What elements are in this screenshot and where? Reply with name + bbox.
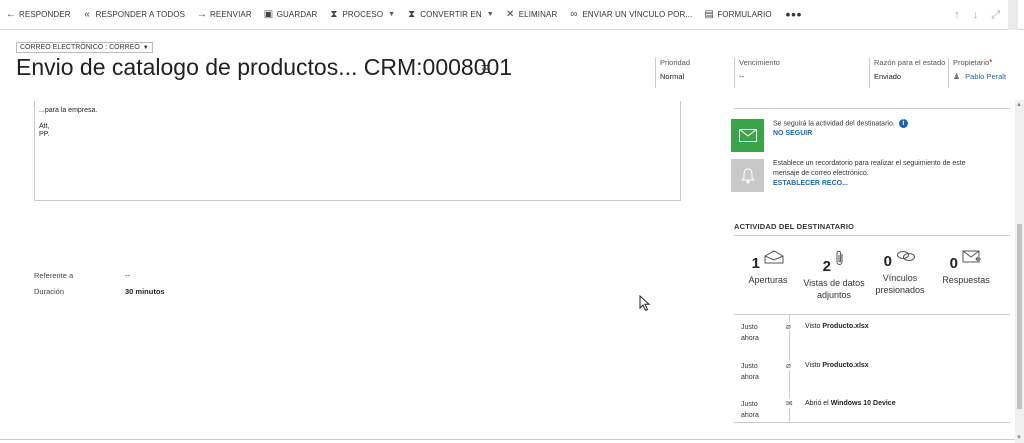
link-icon: ∞ xyxy=(570,9,578,20)
form-button[interactable]: ▤ FORMULARIO xyxy=(698,0,777,30)
reply-envelope-icon xyxy=(962,250,982,263)
owner-field[interactable]: Propietario* ♟ Pablo Peralt xyxy=(948,58,1006,88)
chevron-down-icon: ▼ xyxy=(388,11,396,18)
command-bar: ← RESPONDER «RESPONDER A TODOS → REENVIAR … xyxy=(0,0,1024,30)
form-selector[interactable]: CORREO ELECTRÓNICO : CORREO ▼ xyxy=(16,42,153,53)
save-icon: ▣ xyxy=(263,9,274,20)
process-icon: ⧗ xyxy=(330,9,338,20)
timeline-divider xyxy=(734,314,1010,315)
follow-envelope-icon xyxy=(731,119,764,152)
record-navigation: ↑ ↓ ⤢ xyxy=(941,0,1024,30)
paperclip-icon xyxy=(836,250,843,265)
due-field[interactable]: Vencimiento -- xyxy=(734,58,780,88)
reply-all-button[interactable]: «RESPONDER A TODOS xyxy=(77,0,191,30)
reply-button[interactable]: ← RESPONDER xyxy=(0,0,77,30)
page-title: Envio de catalogo de productos... CRM:00… xyxy=(16,54,513,80)
forward-icon: → xyxy=(197,9,208,20)
duration-value[interactable]: 30 minutos xyxy=(125,287,165,296)
arrow-up-icon[interactable]: ↑ xyxy=(954,9,960,21)
paperclip-icon: ⌀ xyxy=(786,322,791,331)
activity-heading: ACTIVIDAD DEL DESTINATARIO xyxy=(734,222,855,231)
more-commands-button[interactable]: ••• xyxy=(778,0,811,30)
activity-divider xyxy=(734,235,1010,236)
email-body[interactable]: ...para la empresa. Att, PP. xyxy=(34,101,681,201)
mouse-cursor-icon xyxy=(639,295,651,312)
link-icon xyxy=(897,251,916,261)
scrollbar-edge xyxy=(1008,0,1018,30)
links-clicked-stat[interactable]: 0 Vínculos presionados xyxy=(872,250,928,296)
timeline-bottom-divider xyxy=(734,422,1010,423)
chevron-down-icon: ▼ xyxy=(486,11,494,18)
convert-icon: ⧗ xyxy=(408,9,416,20)
replies-stat[interactable]: 0 Respuestas xyxy=(940,250,992,286)
set-reminder-link[interactable]: ESTABLECER RECO... xyxy=(773,179,979,189)
regarding-value[interactable]: -- xyxy=(125,271,130,280)
reply-all-icon: « xyxy=(84,9,90,20)
scroll-down-icon[interactable]: ▼ xyxy=(1016,435,1022,441)
no-follow-link[interactable]: NO SEGUIR xyxy=(773,129,908,139)
delete-icon: ✕ xyxy=(505,9,515,20)
panel-divider xyxy=(734,108,1010,109)
forward-button[interactable]: → REENVIAR xyxy=(191,0,258,30)
info-icon[interactable]: i xyxy=(898,119,908,128)
duration-row: Duración 30 minutos xyxy=(34,287,165,296)
bell-icon xyxy=(731,159,764,192)
person-icon: ♟ xyxy=(953,72,961,81)
paperclip-icon: ⌀ xyxy=(786,361,791,370)
bottom-divider xyxy=(0,439,1015,440)
convert-to-button[interactable]: ⧗ CONVERTIR EN ▼ xyxy=(401,0,500,30)
expand-icon[interactable]: ⤢ xyxy=(991,9,1000,22)
reply-icon: ← xyxy=(6,9,17,20)
send-link-button[interactable]: ∞ ENVIAR UN VÍNCULO POR... xyxy=(563,0,698,30)
title-menu-icon[interactable]: ☰ xyxy=(481,63,491,76)
attachment-views-stat[interactable]: 2 Vistas de datos adjuntos xyxy=(801,250,867,301)
opens-stat[interactable]: 1 Aperturas xyxy=(745,250,791,286)
follow-notification: Se seguirá la actividad del destinatario… xyxy=(731,119,1011,152)
save-button[interactable]: ▣ GUARDAR xyxy=(258,0,324,30)
delete-button[interactable]: ✕ ELIMINAR xyxy=(500,0,564,30)
scrollbar-thumb[interactable] xyxy=(1017,224,1022,409)
form-icon: ▤ xyxy=(704,9,714,20)
status-reason-field[interactable]: Razón para el estado Enviado xyxy=(869,58,945,88)
regarding-row: Referente a -- xyxy=(34,271,130,280)
chevron-down-icon: ▼ xyxy=(142,45,149,51)
reminder-notification: Establece un recordatorio para realizar … xyxy=(731,159,1011,192)
owner-link[interactable]: Pablo Peralt xyxy=(965,72,1006,81)
arrow-down-icon[interactable]: ↓ xyxy=(973,9,979,21)
priority-field[interactable]: Prioridad Normal xyxy=(655,58,690,88)
scroll-up-icon[interactable]: ▲ xyxy=(1016,102,1022,108)
open-envelope-icon: ✉ xyxy=(786,399,793,408)
vertical-scrollbar[interactable]: ▲ ▼ xyxy=(1015,100,1024,443)
process-button[interactable]: ⧗ PROCESO ▼ xyxy=(323,0,401,30)
open-envelope-icon xyxy=(764,250,784,264)
